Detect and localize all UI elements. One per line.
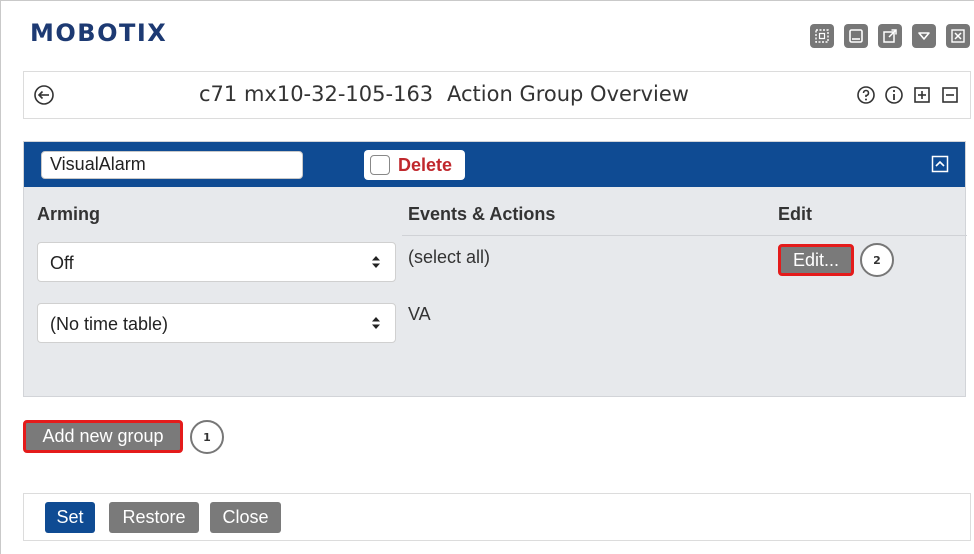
footer-bar: Set Restore Close [23,493,971,541]
collapse-all-icon[interactable] [940,85,960,105]
callout-1: 1 [190,420,224,454]
help-icon[interactable] [856,85,876,105]
close-button[interactable]: Close [210,502,281,533]
column-arming: Arming [37,204,100,224]
arming-select[interactable]: Off [37,242,396,282]
title-tools [856,85,960,105]
delete-checkbox[interactable] [370,155,390,175]
header-divider [402,235,967,236]
grid-icon[interactable] [810,24,834,48]
event-select-all[interactable]: (select all) [408,247,490,268]
column-edit: Edit [778,204,812,224]
restore-button[interactable]: Restore [109,502,199,533]
action-group-panel: VisualAlarm Delete Arming Events & Actio… [23,141,967,397]
time-table-select[interactable]: (No time table) [37,303,396,343]
mobotix-logo: MOBOTIX [30,19,168,47]
external-link-icon[interactable] [878,24,902,48]
collapse-group-icon[interactable] [931,155,949,173]
column-events-actions: Events & Actions [408,204,556,224]
close-icon[interactable] [946,24,970,48]
expand-all-icon[interactable] [912,85,932,105]
delete-label: Delete [398,154,453,175]
event-va: VA [408,304,431,324]
time-table-value: (No time table) [50,314,169,334]
add-new-group-button[interactable]: Add new group [23,420,183,453]
minimize-icon[interactable] [844,24,868,48]
info-icon[interactable] [884,85,904,105]
group-header: VisualAlarm Delete [24,142,965,187]
arming-value: Off [50,253,74,273]
window-controls [810,24,970,48]
select-arrows-icon [372,256,380,268]
dropdown-icon[interactable] [912,24,936,48]
edit-button[interactable]: Edit... [778,244,854,276]
camera-name: c71 mx10-32-105-163 [199,82,434,106]
delete-option[interactable]: Delete [364,150,465,180]
back-icon[interactable] [33,84,55,106]
page-title: Action Group Overview [447,82,689,106]
group-name-input[interactable]: VisualAlarm [41,151,303,179]
title-bar: c71 mx10-32-105-163 Action Group Overvie… [23,71,971,119]
select-arrows-icon [372,317,380,329]
dialog-window: MOBOTIX c71 mx10-32-105-163 Action Group… [0,0,974,554]
callout-2: 2 [860,243,894,277]
set-button[interactable]: Set [45,502,95,533]
